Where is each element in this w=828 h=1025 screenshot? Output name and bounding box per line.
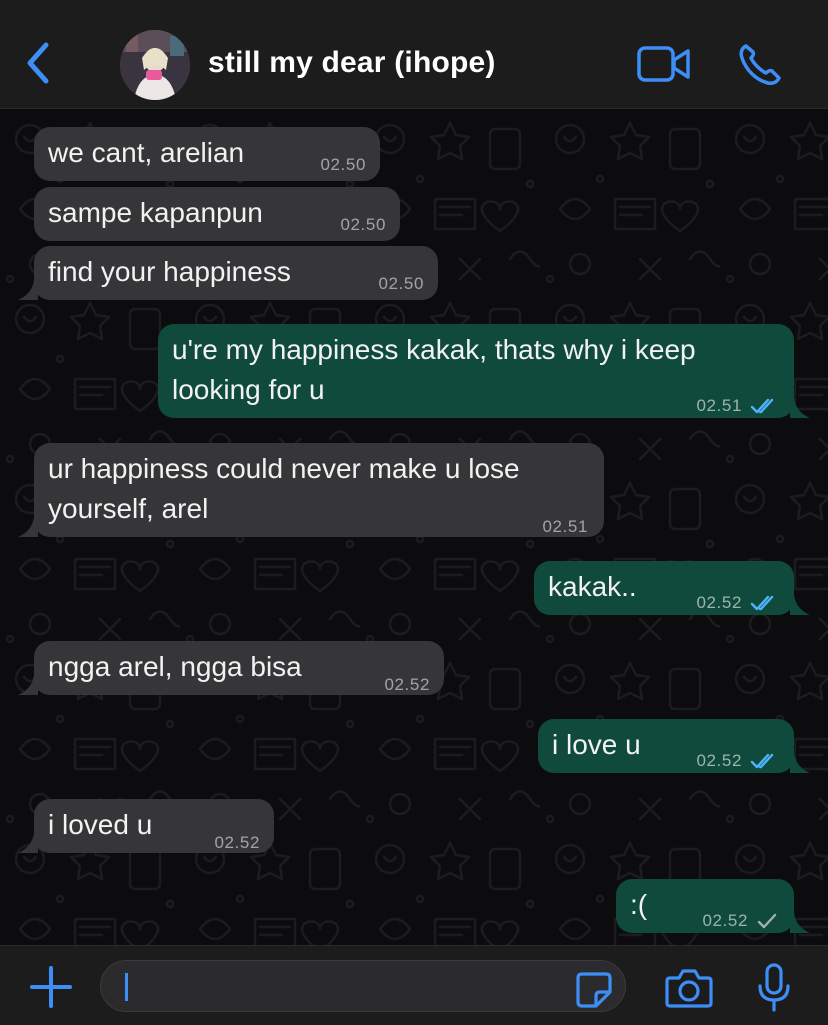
chevron-left-icon — [27, 42, 49, 84]
message-text: sampe kapanpun — [48, 197, 263, 228]
attach-button[interactable] — [28, 964, 74, 1010]
message-text: i love u — [552, 729, 641, 760]
message-bubble-incoming[interactable]: find your happiness 02.50 — [34, 246, 438, 300]
message-input[interactable] — [100, 960, 626, 1012]
message-text: :( — [630, 889, 648, 920]
message-bubble-incoming[interactable]: we cant, arelian 02.50 — [34, 127, 380, 181]
message-text: u're my happiness kakak, thats why i kee… — [172, 334, 696, 365]
chat-header: still my dear (ihope) — [0, 0, 828, 109]
message-list[interactable]: we cant, arelian 02.50 sampe kapanpun 02… — [0, 109, 828, 945]
camera-button[interactable] — [664, 966, 714, 1010]
bubble-tail — [790, 753, 810, 773]
message-bubble-incoming[interactable]: i loved u 02.52 — [34, 799, 274, 853]
bubble-tail — [18, 517, 38, 537]
bubble-tail — [790, 398, 810, 418]
message-bubble-incoming[interactable]: sampe kapanpun 02.50 — [34, 187, 400, 241]
message-time: 02.51 — [696, 386, 778, 426]
voice-message-button[interactable] — [754, 962, 794, 1014]
double-check-icon — [750, 398, 774, 414]
contact-name[interactable]: still my dear (ihope) — [208, 46, 496, 80]
message-text: yourself, arel — [48, 493, 209, 524]
double-check-icon — [750, 595, 774, 611]
sticker-button[interactable] — [574, 970, 614, 1010]
message-time: 02.52 — [702, 901, 778, 941]
message-text: ngga arel, ngga bisa — [48, 651, 302, 682]
message-text: kakak.. — [548, 571, 637, 602]
message-bubble-incoming[interactable]: ngga arel, ngga bisa 02.52 — [34, 641, 444, 695]
message-bubble-outgoing[interactable]: :( 02.52 — [616, 879, 794, 933]
message-text: find your happiness — [48, 256, 291, 287]
message-time: 02.52 — [384, 675, 430, 694]
video-camera-icon — [637, 46, 690, 82]
message-text: i loved u — [48, 809, 153, 840]
chat-screen: still my dear (ihope) we cant, arelian 0… — [0, 0, 828, 1025]
message-time: 02.52 — [696, 741, 778, 781]
message-time: 02.50 — [340, 215, 386, 234]
sticker-icon — [576, 972, 612, 1008]
contact-avatar[interactable] — [120, 30, 190, 100]
phone-icon — [739, 44, 781, 85]
message-time: 02.52 — [696, 583, 778, 623]
microphone-icon — [758, 963, 790, 1012]
bubble-tail — [790, 913, 810, 933]
message-bubble-incoming[interactable]: ur happiness could never make u lose you… — [34, 443, 604, 537]
voice-call-button[interactable] — [736, 40, 784, 88]
message-time: 02.52 — [214, 833, 260, 852]
message-text: we cant, arelian — [48, 137, 245, 168]
video-call-button[interactable] — [636, 44, 692, 84]
plus-icon — [30, 966, 72, 1008]
message-text: ur happiness could never make u lose — [48, 453, 520, 484]
message-time: 02.50 — [378, 274, 424, 293]
back-button[interactable] — [18, 38, 58, 88]
bubble-tail — [18, 675, 38, 695]
message-text: looking for u — [172, 374, 325, 405]
message-bubble-outgoing[interactable]: u're my happiness kakak, thats why i kee… — [158, 324, 794, 418]
bubble-tail — [18, 280, 38, 300]
bubble-tail — [790, 595, 810, 615]
bubble-tail — [18, 833, 38, 853]
composer-bar — [0, 945, 828, 1025]
camera-icon — [665, 969, 713, 1008]
message-time: 02.50 — [320, 155, 366, 174]
message-bubble-outgoing[interactable]: kakak.. 02.52 — [534, 561, 794, 615]
avatar-photo — [120, 30, 190, 100]
message-time: 02.51 — [542, 517, 588, 536]
message-bubble-outgoing[interactable]: i love u 02.52 — [538, 719, 794, 773]
text-caret — [125, 973, 128, 1001]
single-check-icon — [757, 913, 777, 929]
double-check-icon — [750, 753, 774, 769]
